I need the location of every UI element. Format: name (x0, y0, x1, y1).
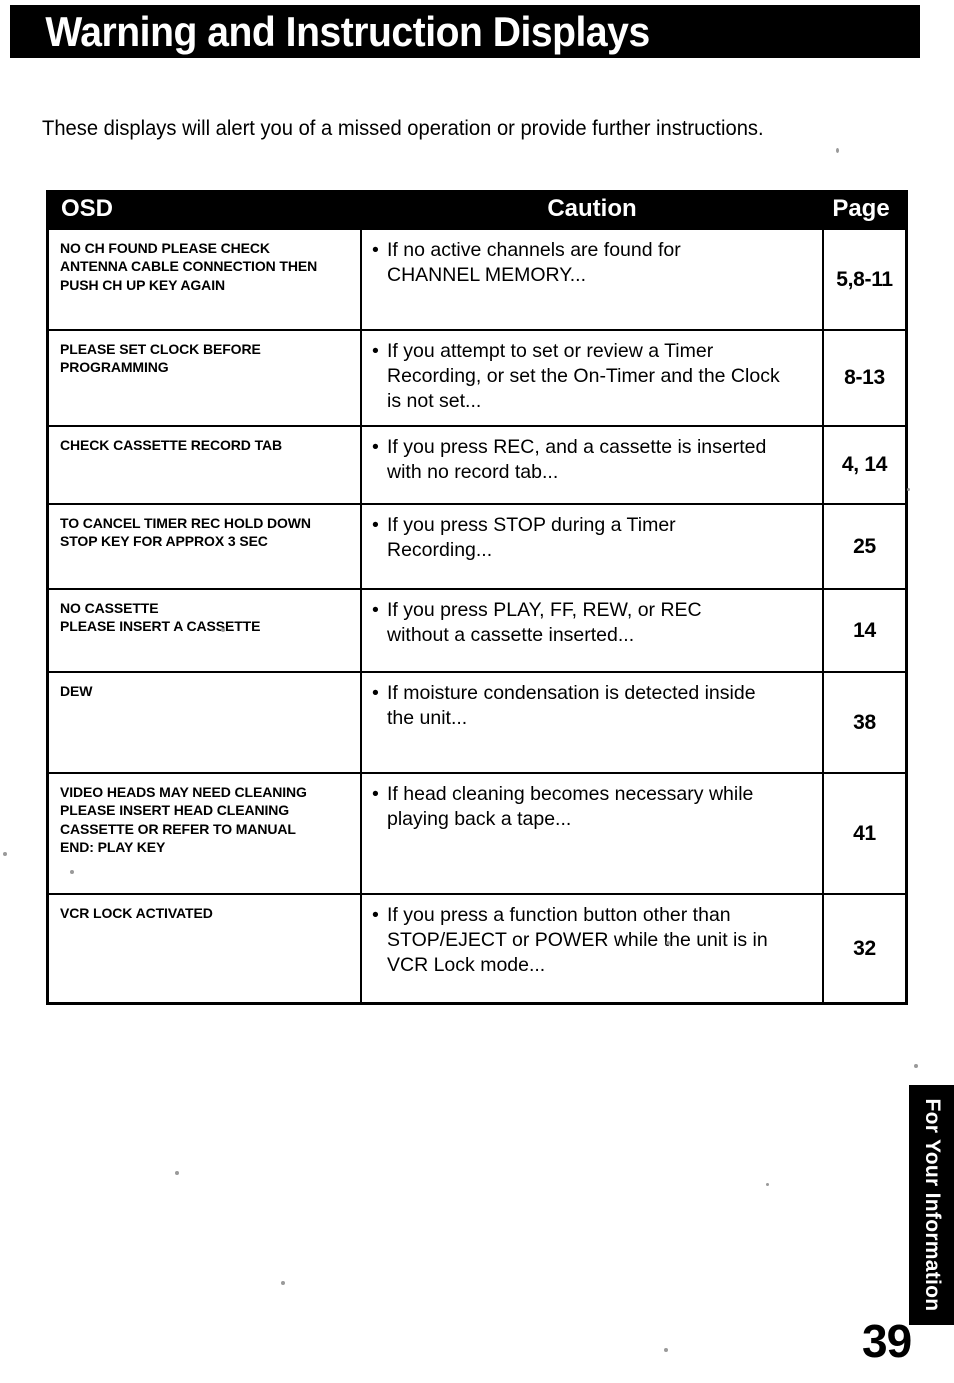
cell-page-reference: 5,8-11 (823, 228, 905, 330)
table-row: VIDEO HEADS MAY NEED CLEANING PLEASE INSE… (49, 772, 905, 894)
osd-message-line: DEW (60, 683, 93, 699)
caution-continuation-line: the unit... (387, 706, 468, 729)
section-thumb-tab-label: For Your Information (920, 1098, 944, 1312)
cell-caution-description: • If you attempt to set or review a Timer… (361, 329, 824, 426)
cell-caution-description: • If you press REC, and a cassette is ins… (361, 425, 824, 504)
osd-message-line: ANTENNA CABLE CONNECTION THEN (60, 258, 318, 275)
cell-osd-message: PLEASE SET CLOCK BEFORE PROGRAMMING (49, 329, 362, 426)
caution-continuation-line: VCR Lock mode... (387, 953, 546, 976)
bullet-icon: • (372, 340, 379, 362)
column-header-caution: Caution (361, 193, 823, 229)
caution-bullet-line: • If head cleaning becomes necessary whil… (372, 783, 754, 805)
osd-message-line: STOP KEY FOR APPROX 3 SEC (60, 533, 268, 550)
table-row: PLEASE SET CLOCK BEFORE PROGRAMMING • If yo… (49, 329, 905, 426)
caution-bullet-line: • If you press PLAY, FF, REW, or REC (372, 599, 702, 621)
cell-page-reference: 4, 14 (823, 425, 905, 504)
page-title-banner: Warning and Instruction Displays (10, 5, 920, 58)
cell-osd-message: VCR LOCK ACTIVATED (49, 893, 362, 1002)
table-header-row: OSD Caution Page (49, 193, 905, 229)
osd-message-line: NO CASSETTE (60, 600, 159, 616)
osd-message-line: CHECK CASSETTE RECORD TAB (60, 437, 283, 453)
table-row: DEW • If moisture condensation is detected… (49, 671, 905, 773)
cell-caution-description: • If you press a function button other th… (361, 893, 824, 1002)
caution-continuation-line: Recording... (387, 538, 493, 561)
caution-bullet-line: • If you press REC, and a cassette is ins… (372, 436, 767, 458)
bullet-icon: • (372, 682, 379, 704)
bullet-icon: • (372, 904, 379, 926)
cell-page-reference: 25 (823, 503, 905, 589)
osd-message-line: PUSH CH UP KEY AGAIN (60, 276, 225, 293)
cell-page-reference: 32 (823, 893, 905, 1002)
intro-paragraph: These displays will alert you of a misse… (42, 117, 764, 140)
bullet-icon: • (372, 783, 379, 805)
cell-osd-message: DEW (49, 671, 362, 773)
caution-continuation-line: STOP/EJECT or POWER while the unit is in (387, 928, 768, 951)
cell-caution-description: • If you press PLAY, FF, REW, or REC witho… (361, 588, 824, 672)
osd-message-line: VIDEO HEADS MAY NEED CLEANING (60, 784, 307, 800)
osd-message-line: VCR LOCK ACTIVATED (60, 905, 213, 921)
cell-osd-message: NO CASSETTE PLEASE INSERT A CASSETTE (49, 588, 362, 672)
column-header-osd: OSD (49, 193, 361, 229)
bullet-icon: • (372, 436, 379, 458)
osd-message-line: PLEASE INSERT HEAD CLEANING (60, 802, 290, 819)
column-header-page: Page (823, 193, 905, 229)
scan-speckle (175, 1171, 179, 1175)
cell-caution-description: • If moisture condensation is detected in… (361, 671, 824, 773)
cell-page-reference: 8-13 (823, 329, 905, 426)
caution-continuation-line: playing back a tape... (387, 807, 572, 830)
scan-speckle (3, 852, 7, 856)
cell-caution-description: • If you press STOP during a Timer Recordi… (361, 503, 824, 589)
table-body: NO CH FOUND PLEASE CHECK ANTENNA CABLE CO… (49, 228, 905, 1002)
caution-bullet-line: • If moisture condensation is detected in… (372, 682, 756, 704)
osd-message-line: END: PLAY KEY (60, 839, 166, 856)
section-thumb-tab: For Your Information (909, 1085, 954, 1325)
osd-message-line: PROGRAMMING (60, 359, 169, 376)
osd-message-line: CASSETTE OR REFER TO MANUAL (60, 820, 296, 837)
caution-continuation-line: CHANNEL MEMORY... (387, 263, 587, 286)
osd-message-line: PLEASE SET CLOCK BEFORE (60, 341, 261, 357)
cell-caution-description: • If no active channels are found for CHAN… (361, 228, 824, 330)
caution-continuation-line: Recording, or set the On-Timer and the C… (387, 364, 780, 387)
caution-continuation-line: is not set... (387, 389, 482, 412)
cell-osd-message: VIDEO HEADS MAY NEED CLEANING PLEASE INSE… (49, 772, 362, 894)
cell-osd-message: TO CANCEL TIMER REC HOLD DOWN STOP KEY FO… (49, 503, 362, 589)
page-number: 39 (862, 1315, 912, 1367)
table-row: CHECK CASSETTE RECORD TAB • If you press R… (49, 425, 905, 504)
osd-caution-table: OSD Caution Page NO CH FOUND PLEASE CHEC… (49, 193, 905, 1002)
scan-speckle (281, 1281, 285, 1285)
osd-message-line: TO CANCEL TIMER REC HOLD DOWN (60, 515, 311, 531)
caution-continuation-line: without a cassette inserted... (387, 623, 635, 646)
cell-page-reference: 14 (823, 588, 905, 672)
cell-osd-message: CHECK CASSETTE RECORD TAB (49, 425, 362, 504)
caution-bullet-line: • If you press a function button other th… (372, 904, 731, 926)
caution-bullet-line: • If you attempt to set or review a Timer (372, 340, 714, 362)
scan-speckle (836, 148, 839, 153)
cell-osd-message: NO CH FOUND PLEASE CHECK ANTENNA CABLE CO… (49, 228, 362, 330)
caution-bullet-line: • If you press STOP during a Timer (372, 514, 676, 536)
scan-speckle (664, 1348, 668, 1352)
table-row: VCR LOCK ACTIVATED • If you press a functi… (49, 893, 905, 1002)
caution-continuation-line: with no record tab... (387, 460, 559, 483)
table-row: TO CANCEL TIMER REC HOLD DOWN STOP KEY FO… (49, 503, 905, 589)
osd-message-line: PLEASE INSERT A CASSETTE (60, 618, 261, 635)
table-row: NO CH FOUND PLEASE CHECK ANTENNA CABLE CO… (49, 228, 905, 330)
bullet-icon: • (372, 599, 379, 621)
osd-message-line: NO CH FOUND PLEASE CHECK (60, 240, 270, 256)
scan-speckle (914, 1064, 918, 1068)
cell-page-reference: 41 (823, 772, 905, 894)
table-row: NO CASSETTE PLEASE INSERT A CASSETTE • If y… (49, 588, 905, 672)
page-title: Warning and Instruction Displays (45, 7, 650, 55)
table-header: OSD Caution Page (49, 193, 905, 229)
bullet-icon: • (372, 514, 379, 536)
cell-page-reference: 38 (823, 671, 905, 773)
osd-caution-table-container: OSD Caution Page NO CH FOUND PLEASE CHEC… (46, 190, 908, 1005)
bullet-icon: • (372, 239, 379, 261)
caution-bullet-line: • If no active channels are found for (372, 239, 681, 261)
scan-speckle (766, 1183, 769, 1186)
cell-caution-description: • If head cleaning becomes necessary whil… (361, 772, 824, 894)
